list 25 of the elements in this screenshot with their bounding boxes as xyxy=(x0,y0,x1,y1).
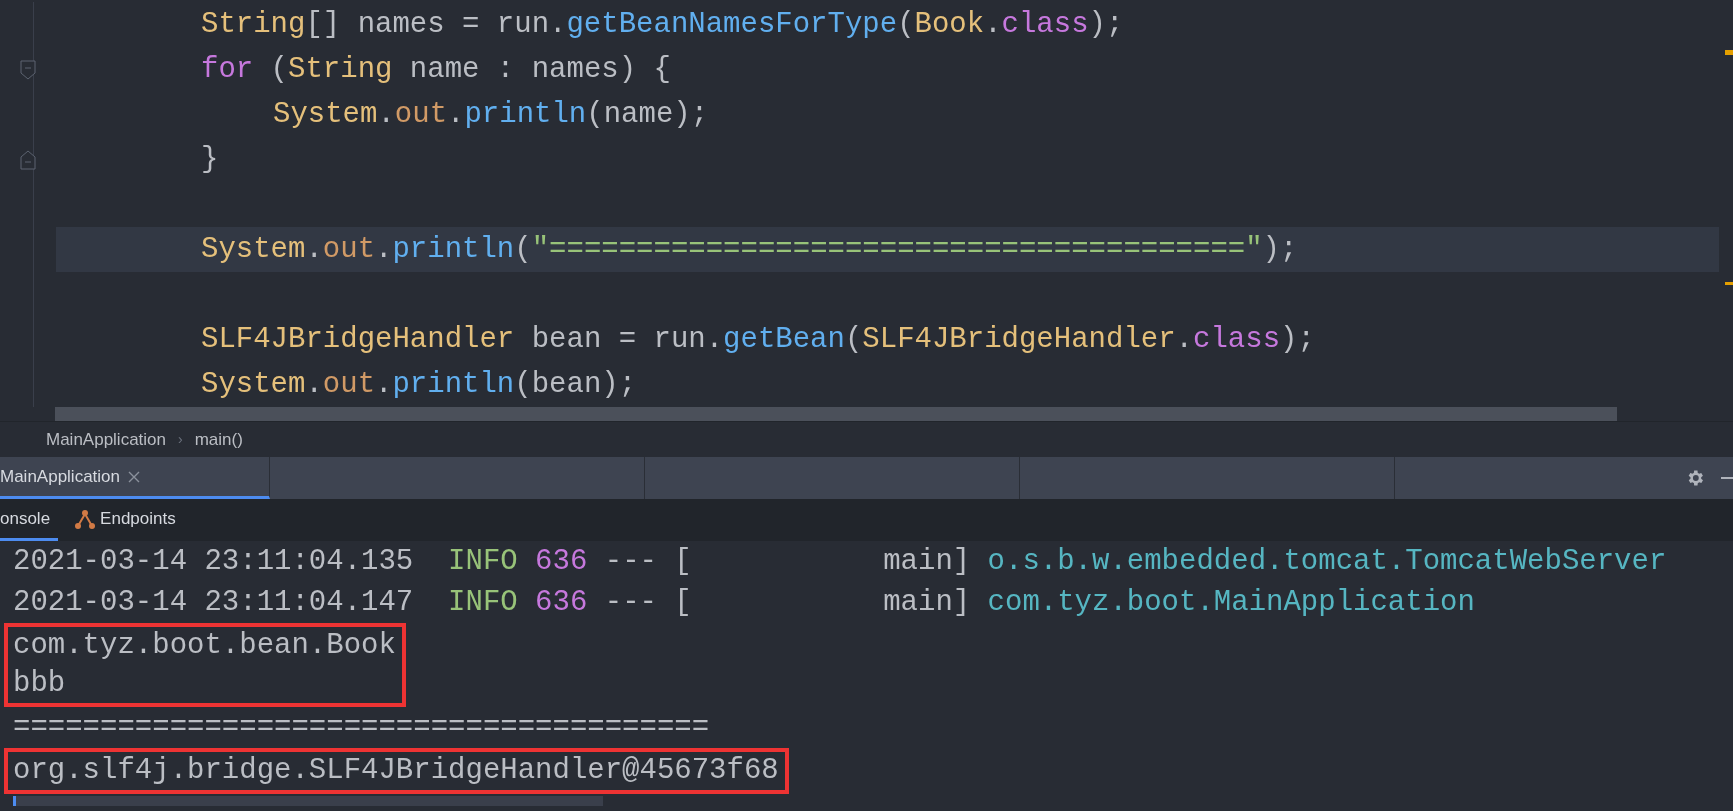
horizontal-scrollbar[interactable] xyxy=(55,407,1617,421)
code-line: String[] names = run.getBeanNamesForType(Book.class); xyxy=(201,10,1124,39)
console-line: 2021-03-14 23:11:04.147 INFO 636 --- [ main] com.tyz.boot.MainApplication xyxy=(12,585,1476,621)
horizontal-scrollbar[interactable] xyxy=(13,796,603,806)
nodes-icon xyxy=(74,507,97,530)
console-line: 2021-03-14 23:11:04.135 INFO 636 --- [ main] o.s.b.w.embedded.tomcat.TomcatWebServer xyxy=(12,544,1668,580)
change-marker-icon xyxy=(1725,50,1733,55)
code-line: } xyxy=(201,145,219,174)
fold-icon[interactable] xyxy=(20,59,36,80)
change-marker-icon xyxy=(1725,282,1733,285)
code-line: System.out.println("========================================"); xyxy=(201,235,1298,264)
console-line: com.tyz.boot.bean.Book xyxy=(12,628,396,664)
console-line: org.slf4j.bridge.SLF4JBridgeHandler@45673f68 xyxy=(12,753,779,789)
breadcrumb-item[interactable]: main() xyxy=(194,426,243,453)
fold-icon[interactable] xyxy=(20,149,36,170)
code-line: SLF4JBridgeHandler bean = run.getBean(SLF4JBridgeHandler.class); xyxy=(201,325,1315,354)
code-line: for (String name : names) { xyxy=(201,55,671,84)
code-line: System.out.println(bean); xyxy=(201,370,637,399)
code-line: System.out.println(name); xyxy=(273,100,709,129)
console-tab[interactable]: Endpoints xyxy=(74,499,184,541)
breadcrumb-separator: › xyxy=(178,430,183,449)
breadcrumb-item[interactable]: MainApplication xyxy=(46,426,166,453)
close-icon[interactable] xyxy=(128,470,140,483)
console-line: ======================================== xyxy=(12,710,711,746)
console-line: bbb xyxy=(12,666,67,702)
